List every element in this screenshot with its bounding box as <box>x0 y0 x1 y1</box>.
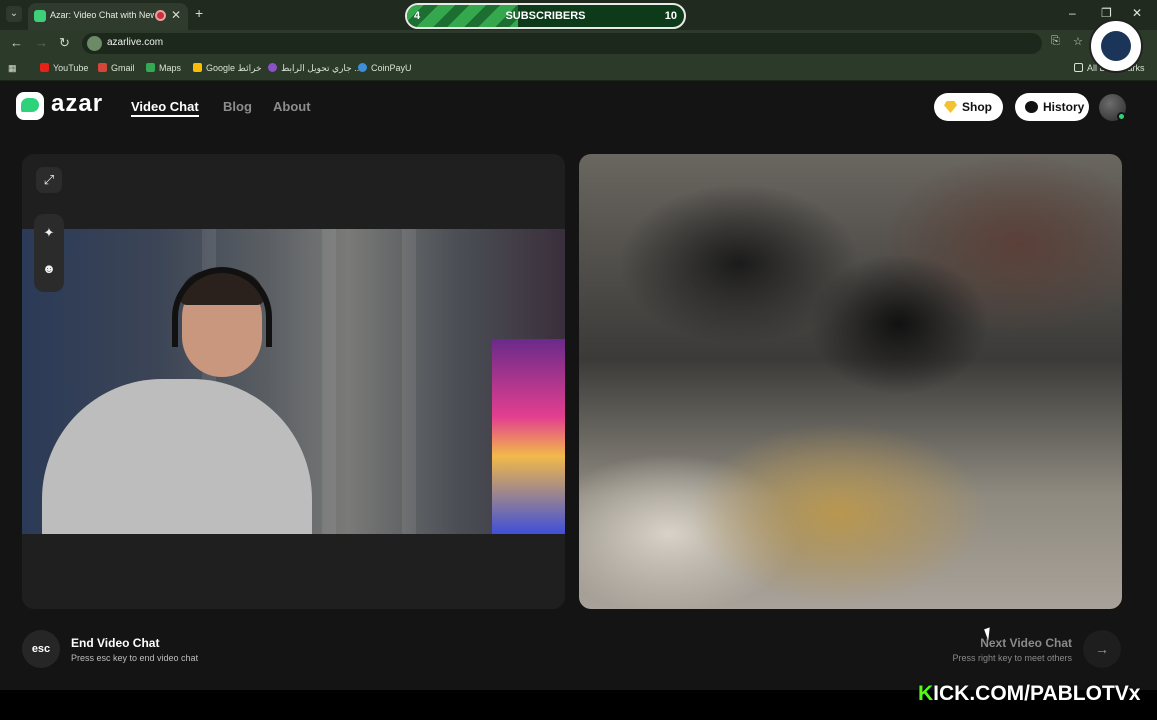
my-video-panel: ⤢ ✦ ☻ <box>22 154 565 609</box>
effects-toolbar: ✦ ☻ <box>34 214 64 292</box>
bookmark-maps[interactable]: Maps <box>146 63 181 73</box>
gmail-icon <box>98 63 107 72</box>
bookmark-youtube[interactable]: YouTube <box>40 63 88 73</box>
my-camera-feed <box>22 229 565 534</box>
subscriber-goal-label: SUBSCRIBERS <box>505 10 586 22</box>
curtain-fold <box>402 229 416 534</box>
bookmarks-bar: ▦ YouTube Gmail Maps Google خرائط جاري ت… <box>0 57 1157 81</box>
coinpayu-icon <box>358 63 367 72</box>
forward-icon[interactable]: → <box>35 35 48 50</box>
new-tab-button[interactable]: + <box>195 5 203 21</box>
bookmark-label: Google خرائط <box>206 63 262 73</box>
site-info-icon[interactable] <box>87 36 102 51</box>
close-window-icon[interactable]: ✕ <box>1132 6 1142 20</box>
azar-page: azar Video Chat Blog About Shop History <box>0 82 1157 690</box>
shop-label: Shop <box>962 100 992 114</box>
nav-video-chat[interactable]: Video Chat <box>131 99 199 117</box>
azar-logo-text[interactable]: azar <box>51 90 103 118</box>
face-filter-icon[interactable]: ☻ <box>36 256 62 282</box>
back-icon[interactable]: ← <box>10 35 23 50</box>
subscriber-goal-bar: 4 SUBSCRIBERS 10 <box>405 3 686 29</box>
url-text: azarlive.com <box>107 37 164 48</box>
history-label: History <box>1043 100 1085 114</box>
shop-button[interactable]: Shop <box>934 93 1003 121</box>
link-icon <box>268 63 277 72</box>
online-status-icon <box>1117 112 1126 121</box>
subscriber-goal-end: 10 <box>664 10 677 22</box>
end-video-chat-hint: Press esc key to end video chat <box>71 653 199 663</box>
bookmark-coinpayu[interactable]: CoinPayU <box>358 63 412 73</box>
apps-grid-icon[interactable]: ▦ <box>8 63 17 74</box>
azar-logo-icon[interactable] <box>16 92 44 120</box>
expand-icon[interactable]: ⤢ <box>36 167 62 193</box>
kick-watermark: KICK.COM/PABLOTVx <box>918 682 1140 706</box>
esc-key-button[interactable]: esc <box>22 630 60 668</box>
reload-icon[interactable]: ↻ <box>59 35 70 51</box>
tab-title: Azar: Video Chat with New <box>50 10 154 20</box>
youtube-icon <box>40 63 49 72</box>
azar-favicon-icon <box>34 10 46 22</box>
close-tab-icon[interactable]: ✕ <box>171 8 181 22</box>
next-arrow-button[interactable]: → <box>1083 630 1121 668</box>
next-video-chat-hint: Press right key to meet others <box>952 653 1072 663</box>
nav-blog[interactable]: Blog <box>223 99 252 114</box>
maps-icon <box>193 63 202 72</box>
restore-icon[interactable]: ❐ <box>1101 6 1112 20</box>
rgb-light <box>492 339 565 534</box>
bookmark-label: Maps <box>159 63 182 73</box>
history-button[interactable]: History <box>1015 93 1089 121</box>
kick-url: ICK.COM/PABLOTVx <box>933 682 1141 705</box>
tab-azar[interactable]: Azar: Video Chat with New ✕ <box>28 3 188 30</box>
recording-icon <box>155 10 166 21</box>
bookmark-label: YouTube <box>53 63 89 73</box>
maps-icon <box>146 63 155 72</box>
nav-about[interactable]: About <box>273 99 311 114</box>
tab-search-icon[interactable]: ⌄ <box>6 6 22 22</box>
user-body <box>42 379 312 534</box>
clock-icon <box>1025 101 1038 113</box>
bookmark-label: Gmail <box>111 63 135 73</box>
bookmark-link-converter[interactable]: جاري تحويل الرابط ... <box>268 63 362 74</box>
channel-emblem-icon <box>1089 19 1143 73</box>
browser-window: ⌄ Azar: Video Chat with New ✕ + – ❐ ✕ 4 … <box>0 0 1157 690</box>
magic-wand-icon[interactable]: ✦ <box>36 220 62 246</box>
address-bar-row: ← → ↻ azarlive.com ⎘ ☆ <box>0 30 1157 57</box>
gem-icon <box>944 101 957 113</box>
bookmark-star-icon[interactable]: ☆ <box>1073 35 1083 48</box>
end-video-chat-title[interactable]: End Video Chat <box>71 636 159 650</box>
bookmark-gmail[interactable]: Gmail <box>98 63 135 73</box>
bookmark-label: جاري تحويل الرابط ... <box>281 63 362 73</box>
curtain-fold <box>322 229 336 534</box>
minimize-icon[interactable]: – <box>1069 6 1076 20</box>
install-app-icon[interactable]: ⎘ <box>1051 35 1060 48</box>
bookmark-label: CoinPayU <box>371 63 412 73</box>
folder-icon <box>1074 63 1083 72</box>
kick-letter: K <box>918 682 934 705</box>
partner-video-panel <box>579 154 1122 609</box>
bookmark-google-maps-ar[interactable]: Google خرائط <box>193 63 262 74</box>
omnibox[interactable]: azarlive.com <box>82 33 1042 54</box>
